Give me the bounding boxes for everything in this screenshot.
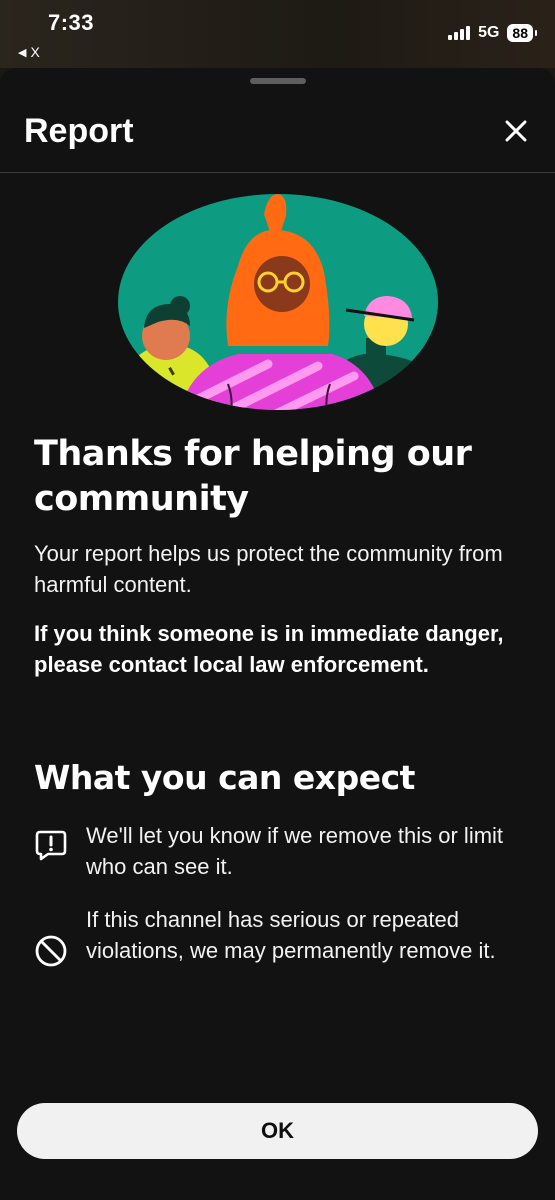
status-bar: 7:33 ◀ X 5G 88 xyxy=(0,0,555,68)
signal-icon xyxy=(448,26,471,40)
status-time: 7:33 xyxy=(48,10,95,35)
expect-heading: What you can expect xyxy=(34,758,415,797)
prohibited-icon xyxy=(35,935,67,967)
back-triangle-icon: ◀ xyxy=(18,46,27,59)
danger-notice: If you think someone is in immediate dan… xyxy=(34,621,504,677)
sheet-title: Report xyxy=(24,112,134,150)
ok-button[interactable]: OK xyxy=(17,1103,538,1159)
report-subtext: Your report helps us protect the communi… xyxy=(34,541,503,597)
alert-message-icon xyxy=(35,830,67,861)
network-type: 5G xyxy=(478,24,500,41)
status-indicators: 5G 88 xyxy=(448,24,537,42)
back-app-label: X xyxy=(30,44,40,60)
sheet-grabber[interactable] xyxy=(250,78,306,84)
thanks-heading: Thanks for helping our community xyxy=(34,434,472,519)
community-illustration xyxy=(118,194,438,410)
close-button[interactable] xyxy=(503,118,529,144)
close-icon xyxy=(505,120,527,142)
expect-item-text: If this channel has serious or repeated … xyxy=(86,907,496,963)
report-sheet: Report Thanks for helping our community … xyxy=(0,68,555,1200)
expect-item-text: We'll let you know if we remove this or … xyxy=(86,823,504,879)
header-divider xyxy=(0,172,555,173)
back-to-app-link[interactable]: ◀ X xyxy=(18,44,40,60)
battery-icon: 88 xyxy=(507,24,537,42)
